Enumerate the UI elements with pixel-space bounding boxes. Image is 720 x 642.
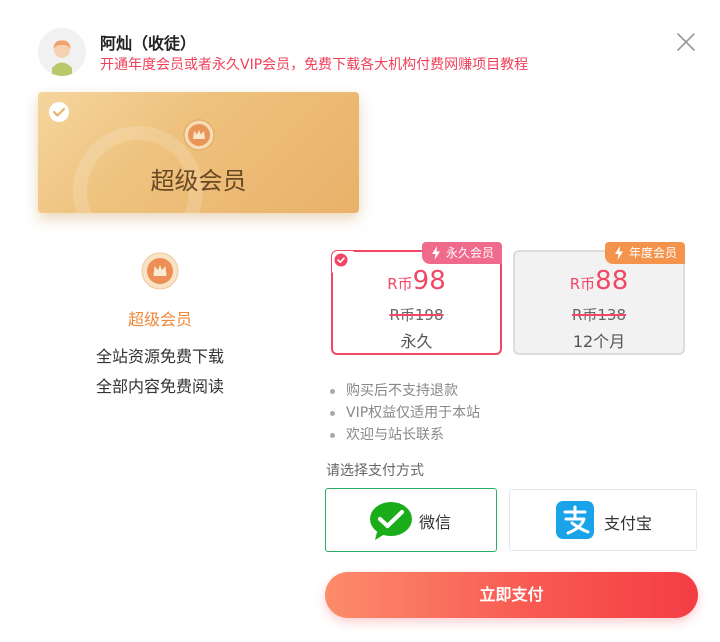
plan-period: 12个月 xyxy=(572,332,626,351)
lightning-icon xyxy=(614,246,623,260)
crown-medal-icon xyxy=(141,252,179,290)
currency-unit: R币 xyxy=(387,275,413,293)
promo-subtitle: 开通年度会员或者永久VIP会员，免费下载各大机构付费网赚项目教程 xyxy=(100,57,529,73)
currency-unit: R币 xyxy=(569,275,596,293)
feature-item: 全部内容免费阅读 xyxy=(95,377,224,396)
annual-member-badge: 年度会员 xyxy=(604,242,685,264)
wechat-pay-option[interactable]: 微信 xyxy=(325,488,497,552)
lightning-icon xyxy=(431,246,440,260)
price: R币88 xyxy=(515,266,683,296)
original-price: R币138 xyxy=(515,304,683,325)
permanent-member-badge: 永久会员 xyxy=(421,242,502,264)
crown-icon xyxy=(183,119,215,151)
wechat-pay-icon xyxy=(370,502,412,540)
note-item: 购买后不支持退款 xyxy=(326,380,480,402)
purchase-notes: 购买后不支持退款 VIP权益仅适用于本站 欢迎与站长联系 xyxy=(326,380,480,446)
wechat-pay-label: 微信 xyxy=(419,513,452,532)
badge-label: 永久会员 xyxy=(445,246,494,260)
alipay-option[interactable]: 支付宝 xyxy=(509,489,697,551)
close-icon[interactable] xyxy=(675,31,697,53)
note-item: 欢迎与站长联系 xyxy=(326,424,480,446)
plan-name: 超级会员 xyxy=(150,167,247,195)
checkmark-icon xyxy=(49,102,69,122)
badge-label: 年度会员 xyxy=(628,246,677,260)
super-member-plan-card[interactable]: 超级会员 xyxy=(38,92,359,213)
price: R币98 xyxy=(333,266,500,296)
member-header: 阿灿（收徒） 开通年度会员或者永久VIP会员，免费下载各大机构付费网赚项目教程 xyxy=(38,28,698,78)
plan-period: 永久 xyxy=(400,332,433,351)
price-value: 88 xyxy=(595,266,629,296)
user-avatar-icon xyxy=(38,28,86,76)
price-option-annual[interactable]: 年度会员 R币88 R币138 12个月 xyxy=(513,242,685,355)
features-title: 超级会员 xyxy=(127,310,192,329)
price-value: 98 xyxy=(412,266,446,296)
note-item: VIP权益仅适用于本站 xyxy=(326,402,480,424)
price-option-permanent[interactable]: 永久会员 R币98 R币198 永久 xyxy=(331,242,502,355)
alipay-label: 支付宝 xyxy=(604,514,653,533)
alipay-icon xyxy=(556,501,594,539)
username: 阿灿（收徒） xyxy=(100,34,197,53)
feature-item: 全站资源免费下载 xyxy=(95,347,224,366)
original-price-text: R币138 xyxy=(571,306,627,324)
pay-now-button[interactable]: 立即支付 xyxy=(325,572,698,618)
original-price: R币198 xyxy=(333,304,500,325)
payment-method-label: 请选择支付方式 xyxy=(326,463,424,479)
original-price-text: R币198 xyxy=(389,306,444,324)
member-features: 超级会员 全站资源免费下载 全部内容免费阅读 xyxy=(60,252,260,402)
